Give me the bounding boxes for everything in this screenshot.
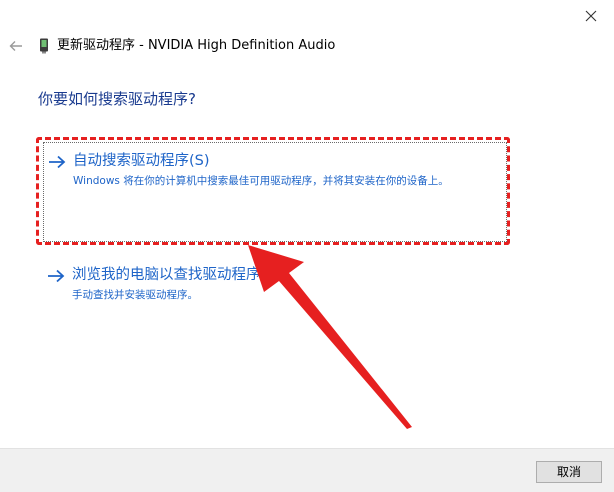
back-arrow-icon	[9, 41, 22, 51]
dialog-title: 更新驱动程序 - NVIDIA High Definition Audio	[57, 38, 336, 53]
search-question-heading: 你要如何搜索驱动程序?	[38, 90, 196, 108]
auto-search-description: Windows 将在你的计算机中搜索最佳可用驱动程序，并将其安装在你的设备上。	[73, 175, 449, 187]
update-driver-dialog: 更新驱动程序 - NVIDIA High Definition Audio 你要…	[0, 0, 614, 492]
close-button[interactable]	[568, 2, 614, 30]
close-icon	[585, 10, 597, 22]
right-arrow-icon	[48, 269, 65, 283]
auto-search-title: 自动搜索驱动程序(S)	[73, 153, 210, 169]
browse-computer-description: 手动查找并安装驱动程序。	[72, 289, 198, 301]
dialog-header: 更新驱动程序 - NVIDIA High Definition Audio	[0, 30, 614, 62]
auto-search-option[interactable]: 自动搜索驱动程序(S) Windows 将在你的计算机中搜索最佳可用驱动程序，并…	[43, 142, 507, 242]
annotation-pointer-arrow	[248, 245, 412, 429]
browse-computer-title: 浏览我的电脑以查找驱动程序(R)	[72, 267, 282, 283]
dialog-footer: 取消	[0, 448, 614, 492]
right-arrow-icon	[49, 155, 66, 169]
back-button[interactable]	[6, 36, 26, 56]
browse-computer-option[interactable]: 浏览我的电脑以查找驱动程序(R) 手动查找并安装驱动程序。	[43, 262, 507, 308]
cancel-button[interactable]: 取消	[536, 461, 602, 483]
device-manager-icon	[40, 38, 48, 54]
